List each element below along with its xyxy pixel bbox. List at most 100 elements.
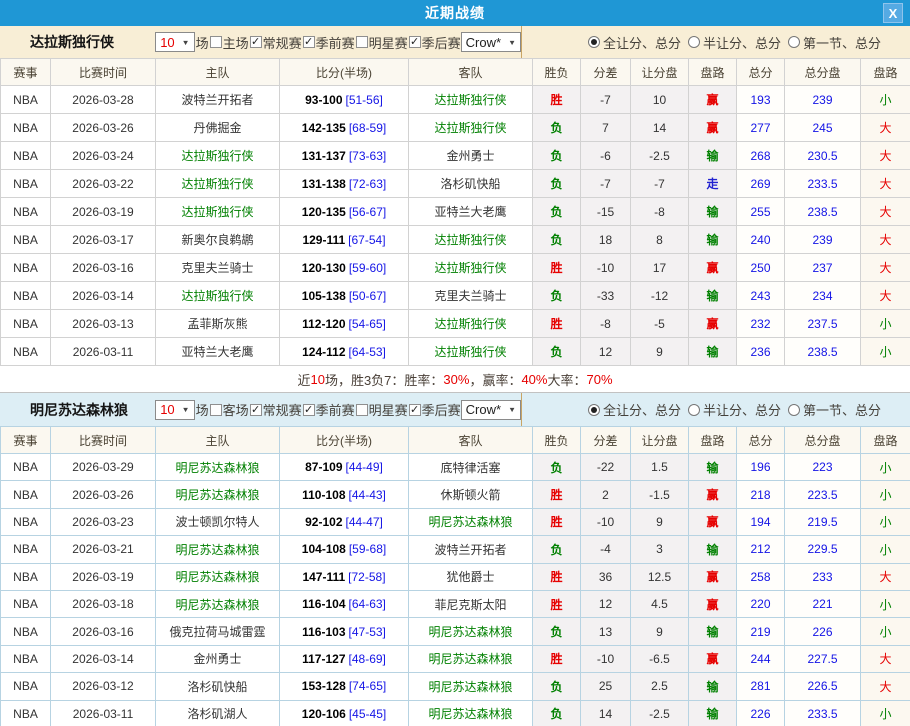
filter-checkbox[interactable]: 主场 — [210, 33, 249, 52]
total-points-cell[interactable]: 281 — [737, 673, 785, 700]
total-points-cell[interactable]: 250 — [737, 254, 785, 282]
date-cell: 2026-03-14 — [51, 282, 156, 310]
games-suffix-label: 场 — [196, 33, 209, 52]
total-line-cell[interactable]: 219.5 — [785, 508, 861, 535]
total-points-cell[interactable]: 220 — [737, 590, 785, 617]
total-line-cell[interactable]: 233 — [785, 563, 861, 590]
total-line-cell[interactable]: 226.5 — [785, 673, 861, 700]
total-points-cell[interactable]: 277 — [737, 114, 785, 142]
total-points-cell[interactable]: 269 — [737, 170, 785, 198]
score-cell: 131-137[73-63] — [280, 142, 409, 170]
total-points-cell[interactable]: 236 — [737, 338, 785, 366]
total-line-cell[interactable]: 239 — [785, 226, 861, 254]
home-team-cell: 波特兰开拓者 — [156, 86, 280, 114]
ou-result-cell: 小 — [861, 310, 910, 338]
total-line-cell[interactable]: 238.5 — [785, 338, 861, 366]
point-diff-cell: -10 — [581, 254, 631, 282]
score-cell: 110-108[44-43] — [280, 481, 409, 508]
total-line-cell[interactable]: 221 — [785, 590, 861, 617]
checkbox-label: 季前赛 — [316, 400, 355, 419]
event-cell: NBA — [1, 536, 51, 563]
home-team-cell: 孟菲斯灰熊 — [156, 310, 280, 338]
bookmaker-select[interactable]: Crow*▼ — [461, 32, 521, 52]
total-points-cell[interactable]: 193 — [737, 86, 785, 114]
games-count-select[interactable]: 10▼ — [155, 32, 194, 52]
total-points-cell[interactable]: 244 — [737, 645, 785, 672]
total-line-cell[interactable]: 233.5 — [785, 170, 861, 198]
column-header: 胜负 — [533, 427, 581, 454]
total-line-cell[interactable]: 238.5 — [785, 198, 861, 226]
radio-icon — [788, 404, 800, 416]
total-points-cell[interactable]: 194 — [737, 508, 785, 535]
outcome-cell: 胜 — [533, 86, 581, 114]
column-header: 比赛时间 — [51, 427, 156, 454]
event-cell: NBA — [1, 198, 51, 226]
radio-option[interactable]: 半让分、总分 — [688, 33, 781, 52]
handicap-line-cell: -7 — [631, 170, 689, 198]
total-line-cell[interactable]: 223 — [785, 454, 861, 481]
filter-checkbox[interactable]: ✓季后赛 — [409, 400, 461, 419]
radio-option[interactable]: 第一节、总分 — [788, 33, 881, 52]
total-points-cell[interactable]: 219 — [737, 618, 785, 645]
summary-text: 10 — [310, 372, 324, 387]
handicap-line-cell: 3 — [631, 536, 689, 563]
total-points-cell[interactable]: 212 — [737, 536, 785, 563]
total-line-cell[interactable]: 233.5 — [785, 700, 861, 726]
filter-checkbox[interactable]: ✓季后赛 — [409, 33, 461, 52]
total-line-cell[interactable]: 239 — [785, 86, 861, 114]
final-score: 120-106 — [302, 707, 346, 721]
total-points-cell[interactable]: 243 — [737, 282, 785, 310]
home-team-cell: 克里夫兰骑士 — [156, 254, 280, 282]
total-line-cell[interactable]: 226 — [785, 618, 861, 645]
total-line-cell[interactable]: 237.5 — [785, 310, 861, 338]
total-line-cell[interactable]: 245 — [785, 114, 861, 142]
column-header: 赛事 — [1, 59, 51, 86]
radio-option[interactable]: 全让分、总分 — [588, 400, 681, 419]
column-header: 盘路 — [689, 59, 737, 86]
event-cell: NBA — [1, 254, 51, 282]
radio-option[interactable]: 全让分、总分 — [588, 33, 681, 52]
match-row: NBA2026-03-18明尼苏达森林狼116-104[64-63]菲尼克斯太阳… — [1, 590, 910, 617]
checkbox-unchecked-icon — [210, 36, 222, 48]
total-line-cell[interactable]: 237 — [785, 254, 861, 282]
column-header: 客队 — [409, 427, 533, 454]
total-points-cell[interactable]: 240 — [737, 226, 785, 254]
total-line-cell[interactable]: 227.5 — [785, 645, 861, 672]
total-points-cell[interactable]: 232 — [737, 310, 785, 338]
games-count-select[interactable]: 10▼ — [155, 400, 194, 420]
filter-checkbox[interactable]: ✓常规赛 — [250, 33, 302, 52]
filter-checkbox[interactable]: ✓季前赛 — [303, 33, 355, 52]
total-line-cell[interactable]: 230.5 — [785, 142, 861, 170]
outcome-cell: 负 — [533, 226, 581, 254]
filter-checkbox[interactable]: 明星赛 — [356, 33, 408, 52]
filter-checkbox[interactable]: ✓常规赛 — [250, 400, 302, 419]
total-points-cell[interactable]: 258 — [737, 563, 785, 590]
radio-option[interactable]: 第一节、总分 — [788, 400, 881, 419]
total-points-cell[interactable]: 255 — [737, 198, 785, 226]
point-diff-cell: -15 — [581, 198, 631, 226]
handicap-line-cell: -5 — [631, 310, 689, 338]
final-score: 147-111 — [302, 570, 345, 584]
outcome-cell: 负 — [533, 536, 581, 563]
filter-checkbox[interactable]: 客场 — [210, 400, 249, 419]
match-row: NBA2026-03-12洛杉矶快船153-128[74-65]明尼苏达森林狼负… — [1, 673, 910, 700]
outcome-cell: 胜 — [533, 508, 581, 535]
event-cell: NBA — [1, 618, 51, 645]
radio-option[interactable]: 半让分、总分 — [688, 400, 781, 419]
total-points-cell[interactable]: 268 — [737, 142, 785, 170]
total-line-cell[interactable]: 223.5 — [785, 481, 861, 508]
total-points-cell[interactable]: 226 — [737, 700, 785, 726]
recent-results-panel: 近期战绩 X 达拉斯独行侠10▼场主场✓常规赛✓季前赛明星赛✓季后赛Crow*▼… — [0, 0, 910, 726]
total-points-cell[interactable]: 218 — [737, 481, 785, 508]
total-line-cell[interactable]: 234 — [785, 282, 861, 310]
filter-checkbox[interactable]: ✓季前赛 — [303, 400, 355, 419]
bookmaker-select[interactable]: Crow*▼ — [461, 400, 521, 420]
final-score: 131-138 — [302, 177, 346, 191]
filter-checkbox[interactable]: 明星赛 — [356, 400, 408, 419]
point-diff-cell: 25 — [581, 673, 631, 700]
handicap-result-cell: 输 — [689, 142, 737, 170]
close-button[interactable]: X — [883, 3, 903, 23]
total-points-cell[interactable]: 196 — [737, 454, 785, 481]
total-line-cell[interactable]: 229.5 — [785, 536, 861, 563]
filter-bar: 明尼苏达森林狼10▼场客场✓常规赛✓季前赛明星赛✓季后赛Crow*▼全让分、总分… — [0, 393, 910, 426]
